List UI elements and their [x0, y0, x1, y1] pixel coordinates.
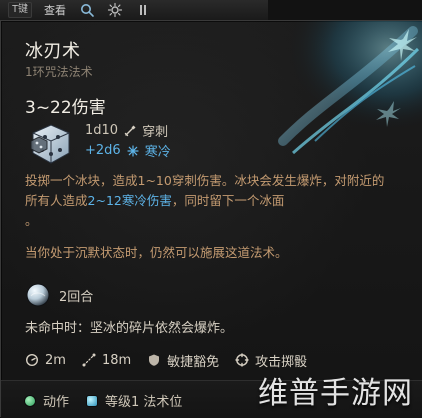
level-text: 等级1 法术位 — [105, 395, 183, 410]
dice-line-1: 1d10 穿刺 — [85, 121, 168, 140]
spell-tooltip: 冰刃术 1环咒法法术 3~22伤害 1d10 穿刺 +2d6 寒冷 投掷一个冰块… — [0, 20, 422, 418]
spell-name: 冰刃术 — [25, 41, 81, 62]
action-dot-icon — [25, 395, 35, 406]
screen: T键 查看 冰刃术 1环咒法法术 3~22伤害 1d10 穿刺 +2d6 寒冷 … — [0, 0, 422, 418]
spell-description: 投掷一个冰块，造成1~10穿刺伤害。冰块会发生爆炸，对附近的所有人造成2~12寒… — [25, 171, 395, 231]
description-cold-damage: 2~12寒冷伤害 — [87, 193, 172, 208]
silence-note: 当你处于沉默状态时，仍然可以施展这道法术。 — [25, 245, 288, 260]
clock-icon — [25, 353, 39, 367]
dice-2: +2d6 — [85, 143, 121, 158]
dice-1: 1d10 — [85, 123, 119, 138]
stat-range-value: 18m — [101, 352, 132, 368]
key-tag[interactable]: T键 — [8, 2, 33, 18]
description-part-3: ，同时留下一个冰面 — [171, 193, 285, 208]
snowflake-icon — [127, 144, 139, 157]
top-ui-bar: T键 查看 — [0, 0, 268, 21]
dice-2-type: 寒冷 — [144, 145, 171, 160]
pause-icon[interactable] — [134, 1, 152, 19]
dice-line-2: +2d6 寒冷 — [85, 141, 171, 160]
stat-radius: 2m — [25, 353, 66, 368]
spell-school: 1环咒法法术 — [25, 65, 93, 79]
on-miss-text: 未命中时：坚冰的碎片依然会爆炸。 — [25, 321, 234, 336]
stat-save: 敏捷豁免 — [147, 351, 219, 370]
damage-dice-row: 1d10 穿刺 +2d6 寒冷 — [25, 121, 385, 165]
stat-attack-value: 攻击掷骰 — [255, 354, 308, 370]
shield-icon — [147, 353, 161, 367]
search-icon[interactable] — [78, 1, 96, 19]
look-button[interactable]: 查看 — [42, 2, 68, 18]
target-icon — [235, 353, 249, 367]
level-tag: 等级1 法术位 — [87, 391, 182, 410]
dice-icon — [30, 124, 70, 164]
stat-save-value: 敏捷豁免 — [167, 354, 220, 370]
description-tail: 。 — [25, 213, 38, 228]
spell-damage: 3~22伤害 — [25, 98, 106, 118]
footer-tags: 动作 等级1 法术位 — [25, 391, 182, 410]
stat-range: 18m — [82, 353, 131, 368]
spell-slot-icon — [87, 395, 98, 406]
dice-1-type: 穿刺 — [142, 125, 169, 140]
sword-icon — [124, 125, 136, 137]
gear-icon[interactable] — [106, 1, 124, 19]
tooltip-footer: 动作 等级1 法术位 维普手游网 — [1, 376, 422, 418]
stat-radius-value: 2m — [45, 352, 66, 368]
stat-attack: 攻击掷骰 — [235, 351, 307, 370]
action-text: 动作 — [43, 395, 70, 410]
duration-row: 2回合 — [25, 280, 93, 310]
action-tag: 动作 — [25, 391, 69, 410]
duration-text: 2回合 — [59, 289, 94, 305]
range-icon — [82, 353, 96, 367]
watermark: 维普手游网 — [258, 376, 413, 411]
orb-icon — [26, 283, 50, 307]
